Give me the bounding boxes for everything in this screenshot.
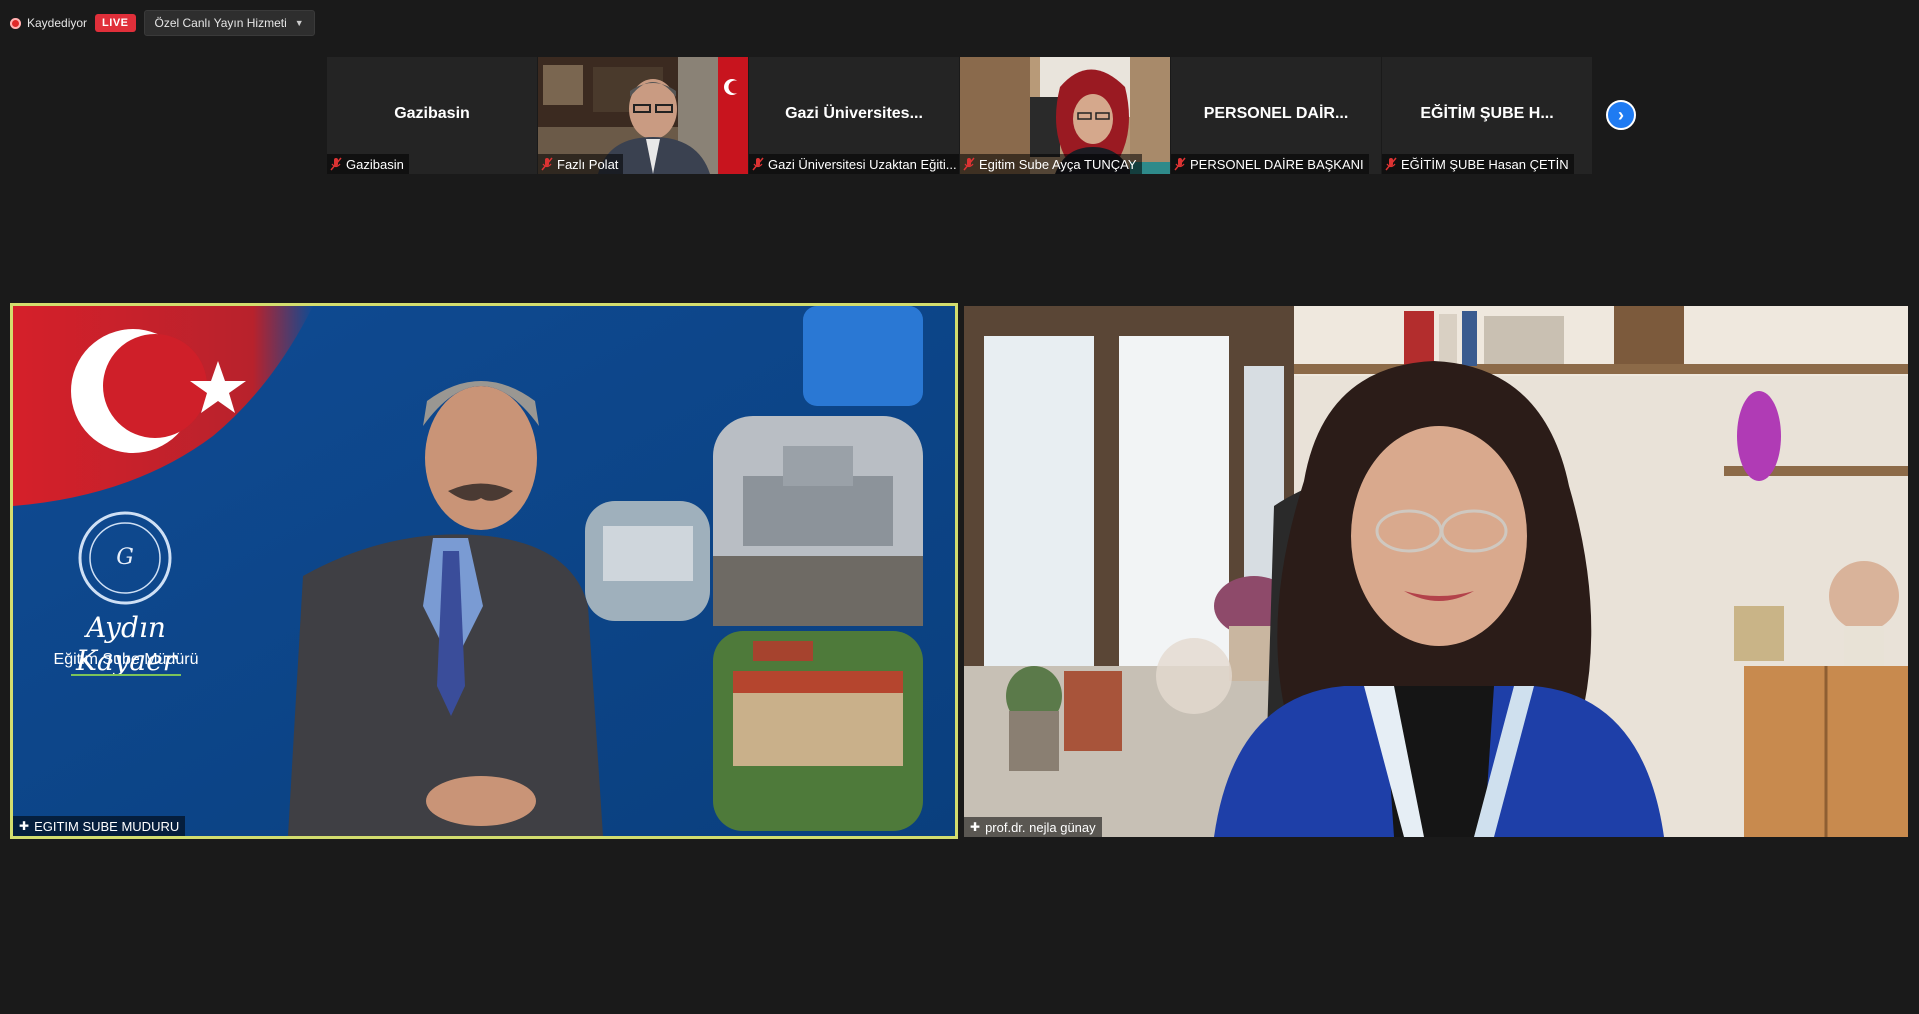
recording-indicator[interactable]: Kaydediyor bbox=[10, 16, 87, 30]
participant-name-tag: Gazibasin bbox=[327, 154, 409, 174]
active-speaker-video[interactable]: G Aydın Kayaer Eğitim Şube Müdürü ✚ EGIT… bbox=[10, 303, 958, 839]
meeting-topbar: Kaydediyor LIVE Özel Canlı Yayın Hizmeti… bbox=[10, 10, 315, 36]
participant-tile[interactable]: PERSONEL DAİR... PERSONEL DAİRE BAŞKANI bbox=[1171, 57, 1382, 174]
stream-service-label: Özel Canlı Yayın Hizmeti bbox=[154, 16, 287, 30]
participant-strip: Gazibasin Gazibasin Fazlı Polat Gazi Üni… bbox=[327, 57, 1593, 174]
participant-video-main[interactable]: ✚ prof.dr. nejla günay bbox=[964, 306, 1908, 837]
participant-name-tag: EĞİTİM ŞUBE Hasan ÇETİN bbox=[1382, 154, 1574, 174]
participant-name: Fazlı Polat bbox=[557, 156, 619, 172]
participant-tile[interactable]: Egitim Sube Ayça TUNÇAY bbox=[960, 57, 1171, 174]
pin-icon: ✚ bbox=[970, 820, 981, 834]
stream-service-dropdown[interactable]: Özel Canlı Yayın Hizmeti ▼ bbox=[143, 10, 315, 36]
svg-text:G: G bbox=[116, 545, 134, 570]
participant-title: Gazibasin bbox=[394, 105, 470, 122]
participant-title: PERSONEL DAİR... bbox=[1203, 105, 1349, 122]
participant-name: EĞİTİM ŞUBE Hasan ÇETİN bbox=[1401, 156, 1569, 172]
next-page-button[interactable]: › bbox=[1606, 100, 1636, 130]
overlay-divider bbox=[71, 674, 181, 676]
participant-title: EĞİTİM ŞUBE H... bbox=[1420, 105, 1554, 122]
muted-mic-icon bbox=[330, 157, 342, 171]
chevron-right-icon: › bbox=[1618, 105, 1624, 125]
participant-name: PERSONEL DAİRE BAŞKANI bbox=[1190, 156, 1364, 172]
speaker-overlay-role: Eğitim Şube Müdürü bbox=[53, 651, 199, 668]
record-icon bbox=[10, 17, 21, 29]
participant-name: prof.dr. nejla günay bbox=[985, 819, 1096, 835]
muted-mic-icon bbox=[541, 157, 553, 171]
participant-name-tag: Gazi Üniversitesi Uzaktan Eğiti... bbox=[749, 154, 959, 174]
participant-tile[interactable]: EĞİTİM ŞUBE H... EĞİTİM ŞUBE Hasan ÇETİN bbox=[1382, 57, 1593, 174]
speaker-background: G bbox=[13, 306, 955, 836]
participant-video bbox=[964, 306, 1908, 837]
recording-label: Kaydediyor bbox=[27, 16, 88, 30]
muted-mic-icon bbox=[963, 157, 975, 171]
participant-name-tag: ✚ EGITIM SUBE MUDURU bbox=[13, 816, 186, 836]
participant-name: Egitim Sube Ayça TUNÇAY bbox=[979, 156, 1137, 172]
participant-name-tag: PERSONEL DAİRE BAŞKANI bbox=[1171, 154, 1369, 174]
muted-mic-icon bbox=[1174, 157, 1186, 171]
muted-mic-icon bbox=[752, 157, 764, 171]
participant-title: Gazi Üniversites... bbox=[785, 105, 923, 122]
participant-name: Gazi Üniversitesi Uzaktan Eğiti... bbox=[768, 156, 957, 172]
participant-name-tag: Fazlı Polat bbox=[538, 154, 624, 174]
muted-mic-icon bbox=[1385, 157, 1397, 171]
live-badge[interactable]: LIVE bbox=[95, 14, 136, 32]
pin-icon: ✚ bbox=[19, 819, 30, 833]
participant-tile[interactable]: Gazibasin Gazibasin bbox=[327, 57, 538, 174]
caret-down-icon: ▼ bbox=[294, 18, 304, 28]
participant-tile[interactable]: Fazlı Polat bbox=[538, 57, 749, 174]
participant-name-tag: ✚ prof.dr. nejla günay bbox=[964, 817, 1102, 837]
participant-name: EGITIM SUBE MUDURU bbox=[34, 818, 180, 834]
participant-name-tag: Egitim Sube Ayça TUNÇAY bbox=[960, 154, 1142, 174]
participant-tile[interactable]: Gazi Üniversites... Gazi Üniversitesi Uz… bbox=[749, 57, 960, 174]
participant-name: Gazibasin bbox=[346, 156, 404, 172]
